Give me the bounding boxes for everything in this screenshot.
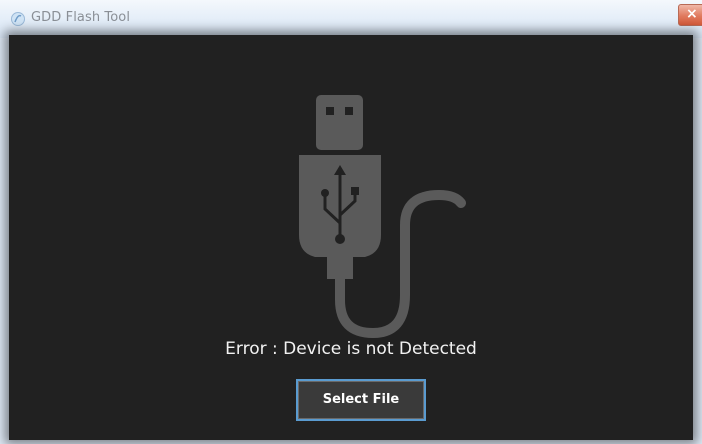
window-title: GDD Flash Tool xyxy=(31,10,131,25)
app-window: GDD Flash Tool × Error: Device is not D… xyxy=(0,0,702,444)
close-icon: × xyxy=(686,6,698,22)
status-message: Error : Device is not Detected xyxy=(225,339,477,359)
app-icon xyxy=(11,12,25,26)
select-file-button[interactable]: Select File xyxy=(296,379,426,421)
main-panel: Error : Device is not Detected Select Fi… xyxy=(9,35,693,440)
usb-cable-icon xyxy=(299,95,466,339)
close-button[interactable]: × xyxy=(678,4,702,26)
title-bar[interactable]: GDD Flash Tool × xyxy=(0,0,702,38)
